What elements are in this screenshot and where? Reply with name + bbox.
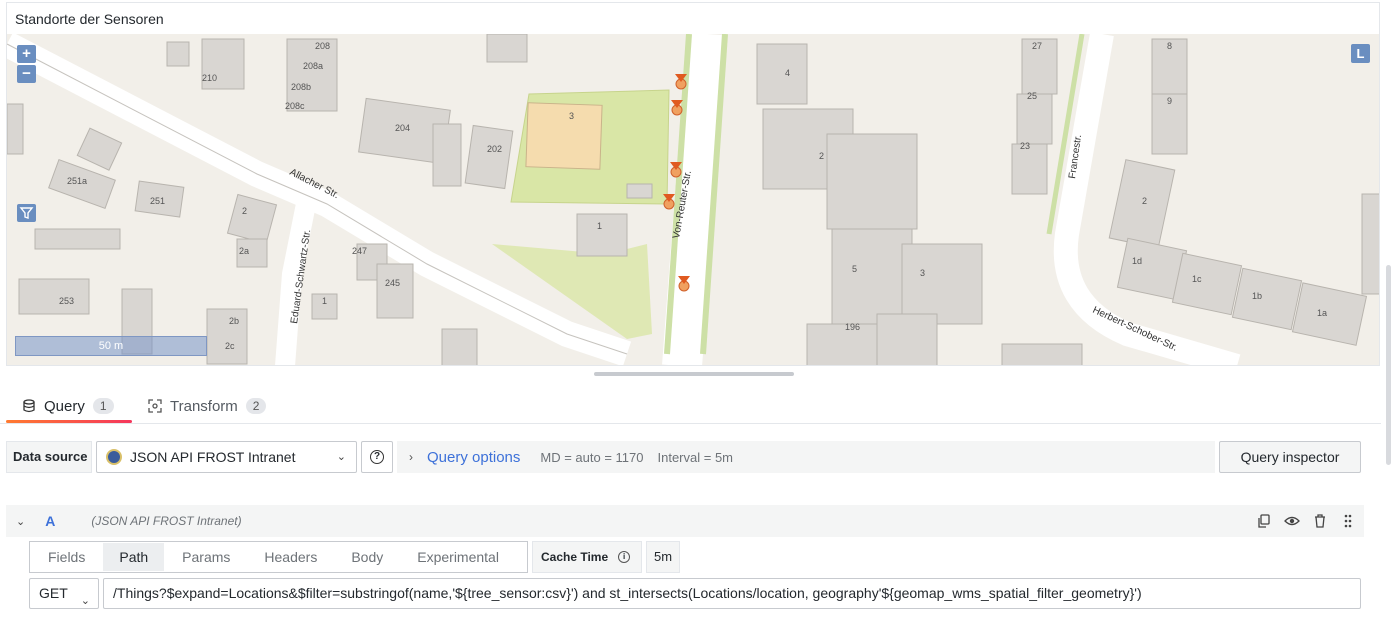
svg-text:2: 2 — [819, 151, 824, 161]
tab-transform[interactable]: Transform 2 — [148, 388, 267, 424]
svg-text:208c: 208c — [285, 101, 305, 111]
transform-icon — [148, 399, 162, 413]
svg-text:1b: 1b — [1252, 291, 1262, 301]
path-input[interactable]: /Things?$expand=Locations&$filter=substr… — [103, 578, 1361, 609]
tab-transform-label: Transform — [170, 397, 238, 415]
http-method-select[interactable]: GET ⌄ — [29, 578, 99, 609]
filter-icon — [19, 207, 34, 219]
svg-text:2a: 2a — [239, 246, 249, 256]
svg-text:208: 208 — [315, 41, 330, 51]
tab-transform-count: 2 — [245, 398, 267, 414]
svg-text:1c: 1c — [1192, 274, 1202, 284]
svg-text:245: 245 — [385, 278, 400, 288]
query-datasource-name: (JSON API FROST Intranet) — [91, 514, 242, 528]
subtab-path[interactable]: Path — [103, 543, 165, 571]
panel-resize-handle[interactable] — [594, 372, 794, 376]
query-row-actions — [1256, 513, 1356, 529]
subtab-headers[interactable]: Headers — [248, 543, 333, 571]
database-icon — [23, 399, 35, 413]
subtab-body[interactable]: Body — [335, 543, 399, 571]
svg-text:2b: 2b — [229, 316, 239, 326]
query-options-bar[interactable]: › Query options MD = auto = 1170 Interva… — [397, 441, 1215, 473]
svg-text:3: 3 — [920, 268, 925, 278]
svg-text:253: 253 — [59, 296, 74, 306]
svg-text:2: 2 — [242, 206, 247, 216]
query-row-header: ⌄ A (JSON API FROST Intranet) — [6, 505, 1364, 537]
tab-query-label: Query — [44, 397, 85, 415]
subtab-params[interactable]: Params — [166, 543, 246, 571]
zoom-out-button[interactable]: − — [17, 65, 36, 83]
svg-text:4: 4 — [785, 68, 790, 78]
subtab-fields[interactable]: Fields — [32, 543, 101, 571]
chevron-down-icon: ⌄ — [336, 451, 346, 463]
svg-text:1d: 1d — [1132, 256, 1142, 266]
cache-time-label: Cache Time i — [532, 541, 642, 573]
svg-text:8: 8 — [1167, 41, 1172, 51]
chevron-down-icon: ⌄ — [80, 595, 90, 607]
datasource-label: Data source — [6, 441, 92, 473]
map-scale-bar: 50 m — [15, 336, 207, 356]
svg-text:204: 204 — [395, 123, 410, 133]
chevron-right-icon: › — [409, 450, 413, 464]
svg-text:27: 27 — [1032, 41, 1042, 51]
query-subtabs: Fields Path Params Headers Body Experime… — [29, 541, 528, 573]
tab-query[interactable]: Query 1 — [22, 388, 114, 424]
svg-text:251: 251 — [150, 196, 165, 206]
svg-text:2: 2 — [1142, 196, 1147, 206]
map-canvas: 210208208a 208b208c204 2023251a 25122a 2… — [7, 34, 1379, 365]
collapse-chevron-icon[interactable]: ⌄ — [16, 515, 25, 528]
spatial-filter-button[interactable] — [17, 204, 36, 222]
layer-switcher-button[interactable]: L — [1351, 44, 1370, 63]
svg-text:1: 1 — [322, 296, 327, 306]
panel-title: Standorte der Sensoren — [15, 11, 164, 27]
map-view[interactable]: 210 208 208a 208b 208c 204 202 3 251a 251 2 2a 2… — [6, 34, 1380, 366]
datasource-help-button[interactable]: ? — [361, 441, 393, 473]
datasource-value: JSON API FROST Intranet — [130, 449, 296, 465]
svg-text:2c: 2c — [225, 341, 235, 351]
svg-text:9: 9 — [1167, 96, 1172, 106]
drag-handle-icon[interactable] — [1340, 513, 1356, 529]
eye-icon[interactable] — [1284, 513, 1300, 529]
trash-icon[interactable] — [1312, 513, 1328, 529]
svg-text:23: 23 — [1020, 141, 1030, 151]
max-data-points-text: MD = auto = 1170 — [540, 449, 644, 465]
tab-query-count: 1 — [92, 398, 114, 414]
cache-time-label-text: Cache Time — [541, 550, 609, 564]
svg-text:251a: 251a — [67, 176, 87, 186]
svg-text:202: 202 — [487, 144, 502, 154]
query-ref-id[interactable]: A — [45, 513, 55, 529]
svg-text:1a: 1a — [1317, 308, 1327, 318]
question-icon: ? — [370, 450, 384, 464]
svg-text:3: 3 — [569, 111, 574, 121]
subtab-experimental[interactable]: Experimental — [401, 543, 515, 571]
tabs-divider — [0, 423, 1381, 424]
svg-text:210: 210 — [202, 73, 217, 83]
svg-text:196: 196 — [845, 322, 860, 332]
zoom-in-button[interactable]: + — [17, 45, 36, 63]
interval-text: Interval = 5m — [657, 449, 734, 465]
panel-header: Standorte der Sensoren — [6, 2, 1380, 34]
info-icon[interactable]: i — [618, 551, 631, 563]
svg-text:208a: 208a — [303, 61, 323, 71]
datasource-select[interactable]: JSON API FROST Intranet ⌄ — [96, 441, 357, 473]
query-options-toggle[interactable]: Query options — [427, 449, 520, 466]
datasource-logo-icon — [106, 449, 122, 465]
svg-text:208b: 208b — [291, 82, 311, 92]
page-scrollbar[interactable] — [1386, 265, 1391, 465]
svg-text:247: 247 — [352, 246, 367, 256]
query-inspector-button[interactable]: Query inspector — [1219, 441, 1361, 473]
svg-text:1: 1 — [597, 221, 602, 231]
svg-text:25: 25 — [1027, 91, 1037, 101]
http-method-value: GET — [39, 585, 68, 601]
svg-text:5: 5 — [852, 264, 857, 274]
duplicate-icon[interactable] — [1256, 513, 1272, 529]
cache-time-value[interactable]: 5m — [646, 541, 680, 573]
